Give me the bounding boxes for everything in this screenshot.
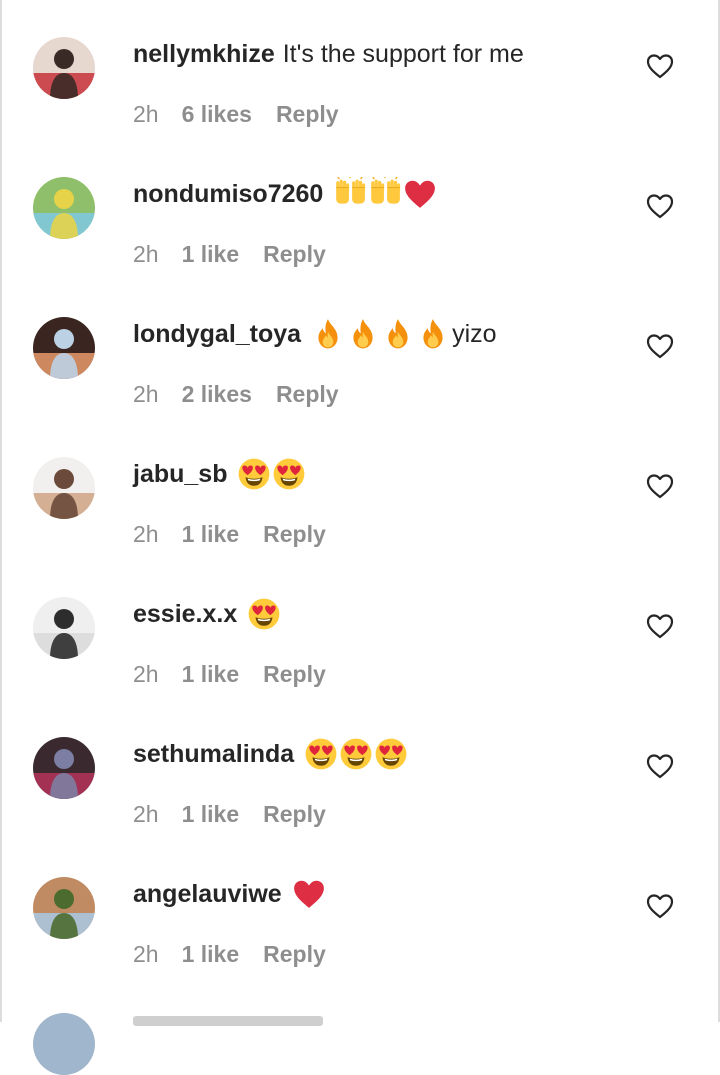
reply-button[interactable]: Reply bbox=[263, 521, 326, 548]
comment-body: nondumiso7260 bbox=[133, 177, 439, 211]
avatar[interactable] bbox=[33, 877, 95, 939]
avatar[interactable] bbox=[33, 457, 95, 519]
reply-button[interactable]: Reply bbox=[276, 101, 339, 128]
comment-item: essie.x.x 2h 1 like Reply bbox=[0, 560, 720, 700]
comment-meta: 2h 1 like Reply bbox=[133, 800, 326, 828]
comment-item: angelauviwe 2h 1 like Reply bbox=[0, 840, 720, 980]
fire-icon bbox=[311, 317, 345, 351]
smiling-face-heart-eyes-icon bbox=[272, 457, 306, 491]
timestamp: 2h bbox=[133, 100, 159, 127]
timestamp: 2h bbox=[133, 800, 159, 827]
timestamp: 2h bbox=[133, 660, 159, 687]
username[interactable]: nondumiso7260 bbox=[133, 180, 323, 209]
heart-outline-icon[interactable] bbox=[646, 473, 674, 499]
red-heart-icon bbox=[292, 877, 326, 911]
timestamp: 2h bbox=[133, 240, 159, 267]
avatar[interactable] bbox=[33, 597, 95, 659]
heart-outline-icon[interactable] bbox=[646, 193, 674, 219]
heart-outline-icon[interactable] bbox=[646, 893, 674, 919]
comment-meta: 2h 1 like Reply bbox=[133, 940, 326, 968]
avatar[interactable] bbox=[33, 37, 95, 99]
comment-item: nellymkhize It's the support for me 2h 6 li… bbox=[0, 0, 720, 140]
avatar[interactable] bbox=[33, 177, 95, 239]
comment-body: nellymkhize It's the support for me bbox=[133, 38, 524, 70]
comment-meta: 2h 1 like Reply bbox=[133, 660, 326, 688]
fire-icon bbox=[381, 317, 415, 351]
comment-body: jabu_sb bbox=[133, 458, 308, 490]
timestamp: 2h bbox=[133, 380, 159, 407]
raising-hands-icon bbox=[333, 177, 367, 211]
comment-item: londygal_toya yizo 2h 2 likes Reply bbox=[0, 280, 720, 420]
comment-body: sethumalinda bbox=[133, 738, 410, 770]
likes-count[interactable]: 1 like bbox=[182, 801, 240, 828]
username[interactable]: jabu_sb bbox=[133, 460, 227, 489]
heart-outline-icon[interactable] bbox=[646, 613, 674, 639]
likes-count[interactable]: 1 like bbox=[182, 941, 240, 968]
fire-icon bbox=[416, 317, 450, 351]
smiling-face-heart-eyes-icon bbox=[237, 457, 271, 491]
comment-meta: 2h 6 likes Reply bbox=[133, 100, 339, 128]
avatar[interactable] bbox=[33, 317, 95, 379]
likes-count[interactable]: 1 like bbox=[182, 241, 240, 268]
reply-button[interactable]: Reply bbox=[263, 801, 326, 828]
avatar[interactable] bbox=[33, 737, 95, 799]
likes-count[interactable]: 6 likes bbox=[182, 101, 252, 128]
comment-text-partial bbox=[133, 1016, 323, 1026]
comment-text: yizo bbox=[452, 319, 497, 348]
red-heart-icon bbox=[403, 177, 437, 211]
fire-icon bbox=[346, 317, 380, 351]
comment-item: nondumiso7260 2h 1 like Reply bbox=[0, 140, 720, 280]
username[interactable]: nellymkhize bbox=[133, 40, 275, 69]
comment-body: angelauviwe bbox=[133, 878, 328, 910]
comment-meta: 2h 1 like Reply bbox=[133, 520, 326, 548]
comment-item: sethumalinda 2h 1 like Reply bbox=[0, 700, 720, 840]
heart-outline-icon[interactable] bbox=[646, 753, 674, 779]
comment-meta: 2h 1 like Reply bbox=[133, 240, 326, 268]
smiling-face-heart-eyes-icon bbox=[304, 737, 338, 771]
smiling-face-heart-eyes-icon bbox=[247, 597, 281, 631]
timestamp: 2h bbox=[133, 940, 159, 967]
likes-count[interactable]: 1 like bbox=[182, 661, 240, 688]
raising-hands-icon bbox=[368, 177, 402, 211]
heart-outline-icon[interactable] bbox=[646, 53, 674, 79]
username[interactable]: angelauviwe bbox=[133, 880, 282, 909]
comment-body: londygal_toya yizo bbox=[133, 318, 497, 350]
smiling-face-heart-eyes-icon bbox=[374, 737, 408, 771]
reply-button[interactable]: Reply bbox=[263, 941, 326, 968]
likes-count[interactable]: 2 likes bbox=[182, 381, 252, 408]
reply-button[interactable]: Reply bbox=[276, 381, 339, 408]
comment-item: jabu_sb 2h 1 like Reply bbox=[0, 420, 720, 560]
comment-body: essie.x.x bbox=[133, 598, 283, 630]
username[interactable]: essie.x.x bbox=[133, 600, 237, 629]
timestamp: 2h bbox=[133, 520, 159, 547]
comment-text: It's the support for me bbox=[282, 39, 524, 68]
username[interactable]: sethumalinda bbox=[133, 740, 294, 769]
likes-count[interactable]: 1 like bbox=[182, 521, 240, 548]
avatar[interactable] bbox=[33, 1013, 95, 1075]
smiling-face-heart-eyes-icon bbox=[339, 737, 373, 771]
reply-button[interactable]: Reply bbox=[263, 241, 326, 268]
comment-meta: 2h 2 likes Reply bbox=[133, 380, 339, 408]
username[interactable]: londygal_toya bbox=[133, 320, 301, 349]
reply-button[interactable]: Reply bbox=[263, 661, 326, 688]
heart-outline-icon[interactable] bbox=[646, 333, 674, 359]
